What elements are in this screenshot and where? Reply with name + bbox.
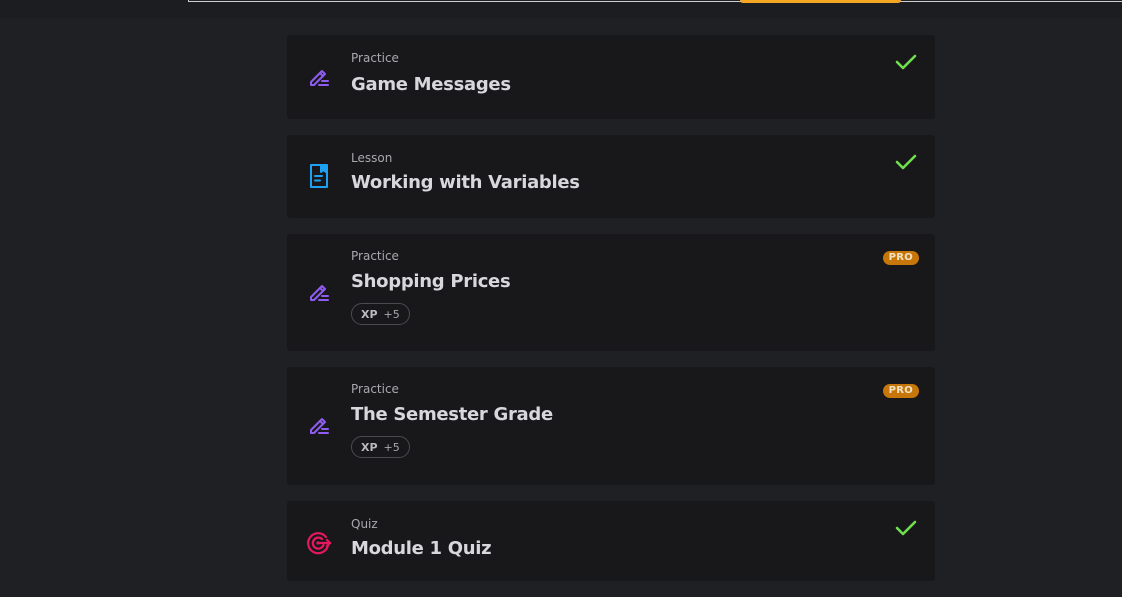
item-title: Module 1 Quiz <box>351 538 492 559</box>
pencil-icon <box>306 64 332 90</box>
item-type: Lesson <box>351 151 393 165</box>
top-bar <box>0 0 1122 18</box>
item-title: Game Messages <box>351 74 511 95</box>
pencil-icon <box>306 412 332 438</box>
item-type: Practice <box>351 249 399 263</box>
xp-label: XP <box>361 307 378 321</box>
item-meta: Practice Shopping Prices XP +5 <box>351 249 511 325</box>
item-type: Practice <box>351 382 399 396</box>
xp-label: XP <box>361 440 378 454</box>
document-icon <box>306 163 332 189</box>
item-title: The Semester Grade <box>351 404 553 425</box>
xp-value: +5 <box>383 307 400 321</box>
pro-badge: PRO <box>882 251 919 265</box>
top-accent-button-edge[interactable] <box>740 0 901 3</box>
item-meta: Lesson Working with Variables <box>351 151 580 195</box>
check-icon <box>895 54 917 70</box>
top-input-edge <box>188 0 1122 2</box>
item-title: Working with Variables <box>351 172 580 193</box>
list-item-working-with-variables[interactable]: Lesson Working with Variables <box>287 135 935 218</box>
list-item-the-semester-grade[interactable]: Practice The Semester Grade XP +5 PRO <box>287 367 935 485</box>
item-type: Practice <box>351 51 399 65</box>
check-icon <box>895 520 917 536</box>
item-meta: Quiz Module 1 Quiz <box>351 517 492 561</box>
pencil-icon <box>306 279 332 305</box>
module-item-list: Practice Game Messages Lesson Working wi… <box>287 35 935 597</box>
target-icon <box>306 530 332 556</box>
xp-badge: XP +5 <box>351 436 410 458</box>
list-item-module-1-quiz[interactable]: Quiz Module 1 Quiz <box>287 501 935 581</box>
list-item-shopping-prices[interactable]: Practice Shopping Prices XP +5 PRO <box>287 234 935 351</box>
check-icon <box>895 154 917 170</box>
item-meta: Practice The Semester Grade XP +5 <box>351 382 553 458</box>
pro-badge: PRO <box>882 384 919 398</box>
item-title: Shopping Prices <box>351 271 511 292</box>
list-item-game-messages[interactable]: Practice Game Messages <box>287 35 935 119</box>
xp-badge: XP +5 <box>351 303 410 325</box>
item-meta: Practice Game Messages <box>351 51 511 97</box>
item-type: Quiz <box>351 517 378 531</box>
xp-value: +5 <box>383 440 400 454</box>
